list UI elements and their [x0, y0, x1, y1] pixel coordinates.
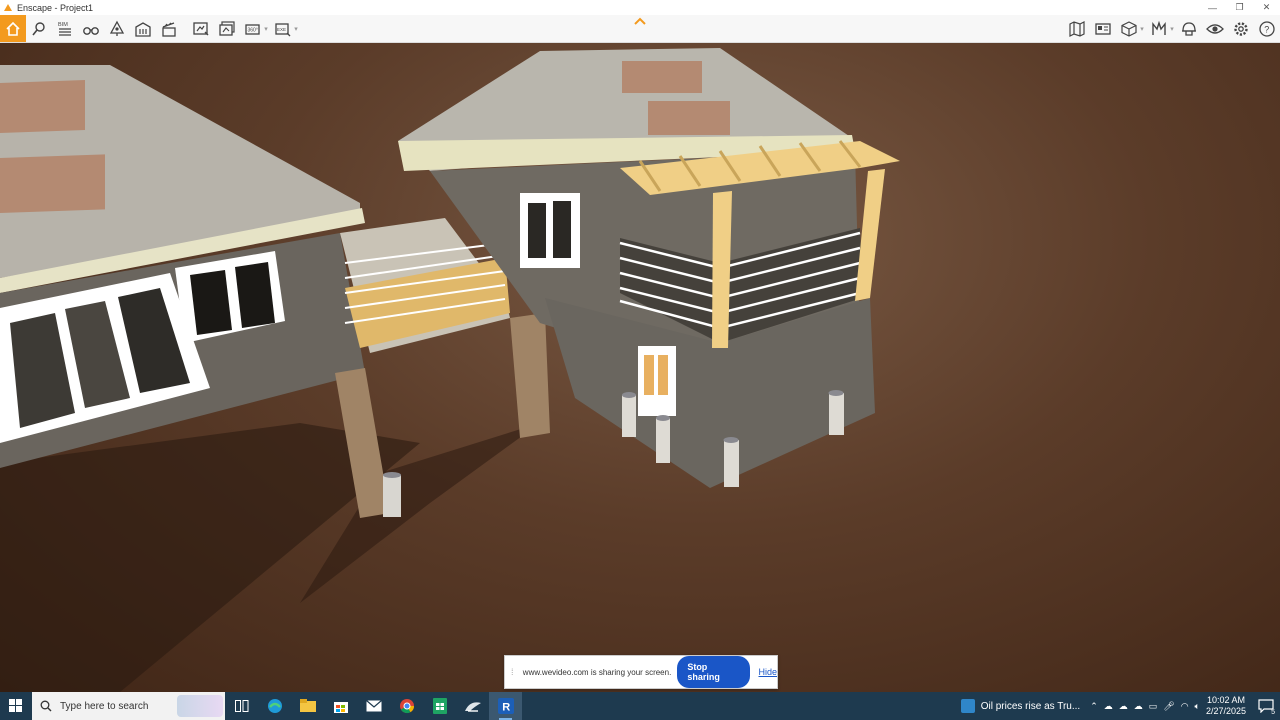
edge-icon — [267, 699, 282, 713]
visual-settings-button[interactable] — [26, 16, 52, 42]
bim-icon-text: BIM — [58, 22, 68, 28]
sheets-icon — [432, 698, 447, 714]
task-view-icon — [234, 700, 248, 712]
bim-icon: BIM — [58, 22, 71, 36]
volume-icon[interactable]: 🔈︎ — [1195, 701, 1200, 712]
system-tray: ⌃ ☁ ☁ ☁ ▭ 🎤︎ ◠ 🔈︎ — [1090, 701, 1200, 712]
map-icon — [1069, 20, 1085, 37]
onedrive-icon[interactable]: ☁ — [1104, 701, 1113, 712]
clapper-button[interactable] — [156, 16, 182, 42]
svg-text:?: ? — [1264, 24, 1269, 34]
revit-icon: R — [497, 698, 514, 714]
hide-link[interactable]: Hide — [758, 667, 777, 677]
windows-taskbar: Type here to search R Oil prices rise as… — [0, 692, 1280, 720]
onedrive-business-icon[interactable]: ☁ — [1119, 701, 1128, 712]
materials-button[interactable] — [1146, 16, 1172, 42]
taskbar-search[interactable]: Type here to search — [32, 692, 225, 720]
clock-time: 10:02 AM — [1206, 695, 1245, 705]
close-button[interactable]: ✕ — [1253, 0, 1280, 15]
batch-icon — [219, 20, 235, 36]
store-app[interactable] — [324, 692, 357, 720]
map-button[interactable] — [1064, 16, 1090, 42]
render-viewport[interactable] — [0, 43, 1280, 692]
help-icon: ? — [1259, 20, 1275, 37]
panorama-button[interactable]: 360° — [240, 16, 266, 42]
title-bar: Enscape - Project1 — ❐ ✕ — [0, 0, 1280, 15]
search-highlight-image — [177, 695, 223, 717]
mail-app[interactable] — [357, 692, 390, 720]
assets-button[interactable] — [104, 16, 130, 42]
assistant-button[interactable] — [1176, 16, 1202, 42]
eye-icon — [1206, 23, 1224, 34]
cube-icon — [1121, 20, 1137, 37]
notification-center-button[interactable]: 5 — [1256, 696, 1276, 716]
gear-icon — [1234, 21, 1248, 36]
search-icon — [40, 700, 52, 712]
battery-icon[interactable]: ▭ — [1149, 701, 1158, 712]
screenshot-icon — [193, 21, 209, 35]
building-icon — [135, 21, 151, 37]
drag-handle-icon[interactable]: ⁞ — [511, 667, 517, 677]
enscape-icon — [464, 702, 481, 712]
store-icon — [333, 702, 348, 713]
windows-icon — [9, 699, 22, 712]
binoculars-icon — [83, 26, 99, 35]
home-icon — [6, 21, 20, 36]
helmet-icon — [1182, 21, 1196, 36]
screenshot-button[interactable] — [188, 16, 214, 42]
maximize-button[interactable]: ❐ — [1226, 0, 1253, 15]
news-widget[interactable]: Oil prices rise as Tru... — [960, 699, 1081, 713]
bim-button[interactable]: BIM — [52, 16, 78, 42]
revit-app[interactable]: R — [489, 692, 522, 720]
chrome-icon — [399, 699, 414, 714]
house-render-scene — [0, 48, 900, 692]
window-title: Enscape - Project1 — [17, 2, 94, 13]
clock-date: 2/27/2025 — [1205, 706, 1246, 716]
tree-icon — [109, 20, 125, 36]
notification-count: 5 — [1271, 709, 1275, 716]
building-button[interactable] — [130, 16, 156, 42]
cloud-sync-icon[interactable]: ☁ — [1134, 701, 1143, 712]
file-explorer-icon — [299, 699, 316, 712]
enscape-app[interactable] — [456, 692, 489, 720]
export-icon-text: EXE — [277, 27, 286, 32]
export-button[interactable]: EXE — [270, 16, 296, 42]
microphone-icon[interactable]: 🎤︎ — [1163, 701, 1174, 712]
minimize-button[interactable]: — — [1199, 0, 1226, 15]
settings-button[interactable] — [1228, 16, 1254, 42]
task-view-button[interactable] — [225, 692, 258, 720]
camera-button[interactable] — [1090, 16, 1116, 42]
help-button[interactable]: ? — [1254, 16, 1280, 42]
screen-share-banner: ⁞ www.wevideo.com is sharing your screen… — [504, 655, 778, 689]
chrome-app[interactable] — [390, 692, 423, 720]
camera-icon — [1095, 22, 1111, 35]
home-button[interactable] — [0, 15, 26, 42]
sheets-app[interactable] — [423, 692, 456, 720]
file-explorer-app[interactable] — [291, 692, 324, 720]
svg-text:R: R — [502, 702, 510, 714]
visibility-button[interactable] — [1202, 16, 1228, 42]
panorama-icon: 360° — [245, 23, 260, 35]
news-icon — [960, 699, 975, 713]
stop-sharing-button[interactable]: Stop sharing — [677, 656, 751, 688]
panorama-icon-text: 360° — [248, 27, 258, 33]
show-hidden-icons-icon[interactable]: ⌃ — [1090, 701, 1098, 712]
edge-app[interactable] — [258, 692, 291, 720]
batch-render-button[interactable] — [214, 16, 240, 42]
mail-icon — [365, 700, 382, 712]
search-placeholder: Type here to search — [60, 700, 149, 712]
export-icon: EXE — [275, 22, 291, 36]
collapse-toolbar-icon[interactable] — [633, 16, 647, 26]
clapper-icon — [162, 21, 176, 37]
materials-icon — [1152, 20, 1166, 35]
views-button[interactable] — [78, 16, 104, 42]
start-button[interactable] — [0, 692, 32, 720]
news-headline: Oil prices rise as Tru... — [980, 700, 1081, 712]
system-clock[interactable]: 10:02 AM 2/27/2025 — [1206, 695, 1246, 717]
wifi-icon[interactable]: ◠ — [1181, 701, 1189, 712]
share-message: www.wevideo.com is sharing your screen. — [522, 667, 672, 677]
enscape-logo-icon — [4, 3, 12, 11]
location-icon — [32, 21, 45, 35]
cube-button[interactable] — [1116, 16, 1142, 42]
